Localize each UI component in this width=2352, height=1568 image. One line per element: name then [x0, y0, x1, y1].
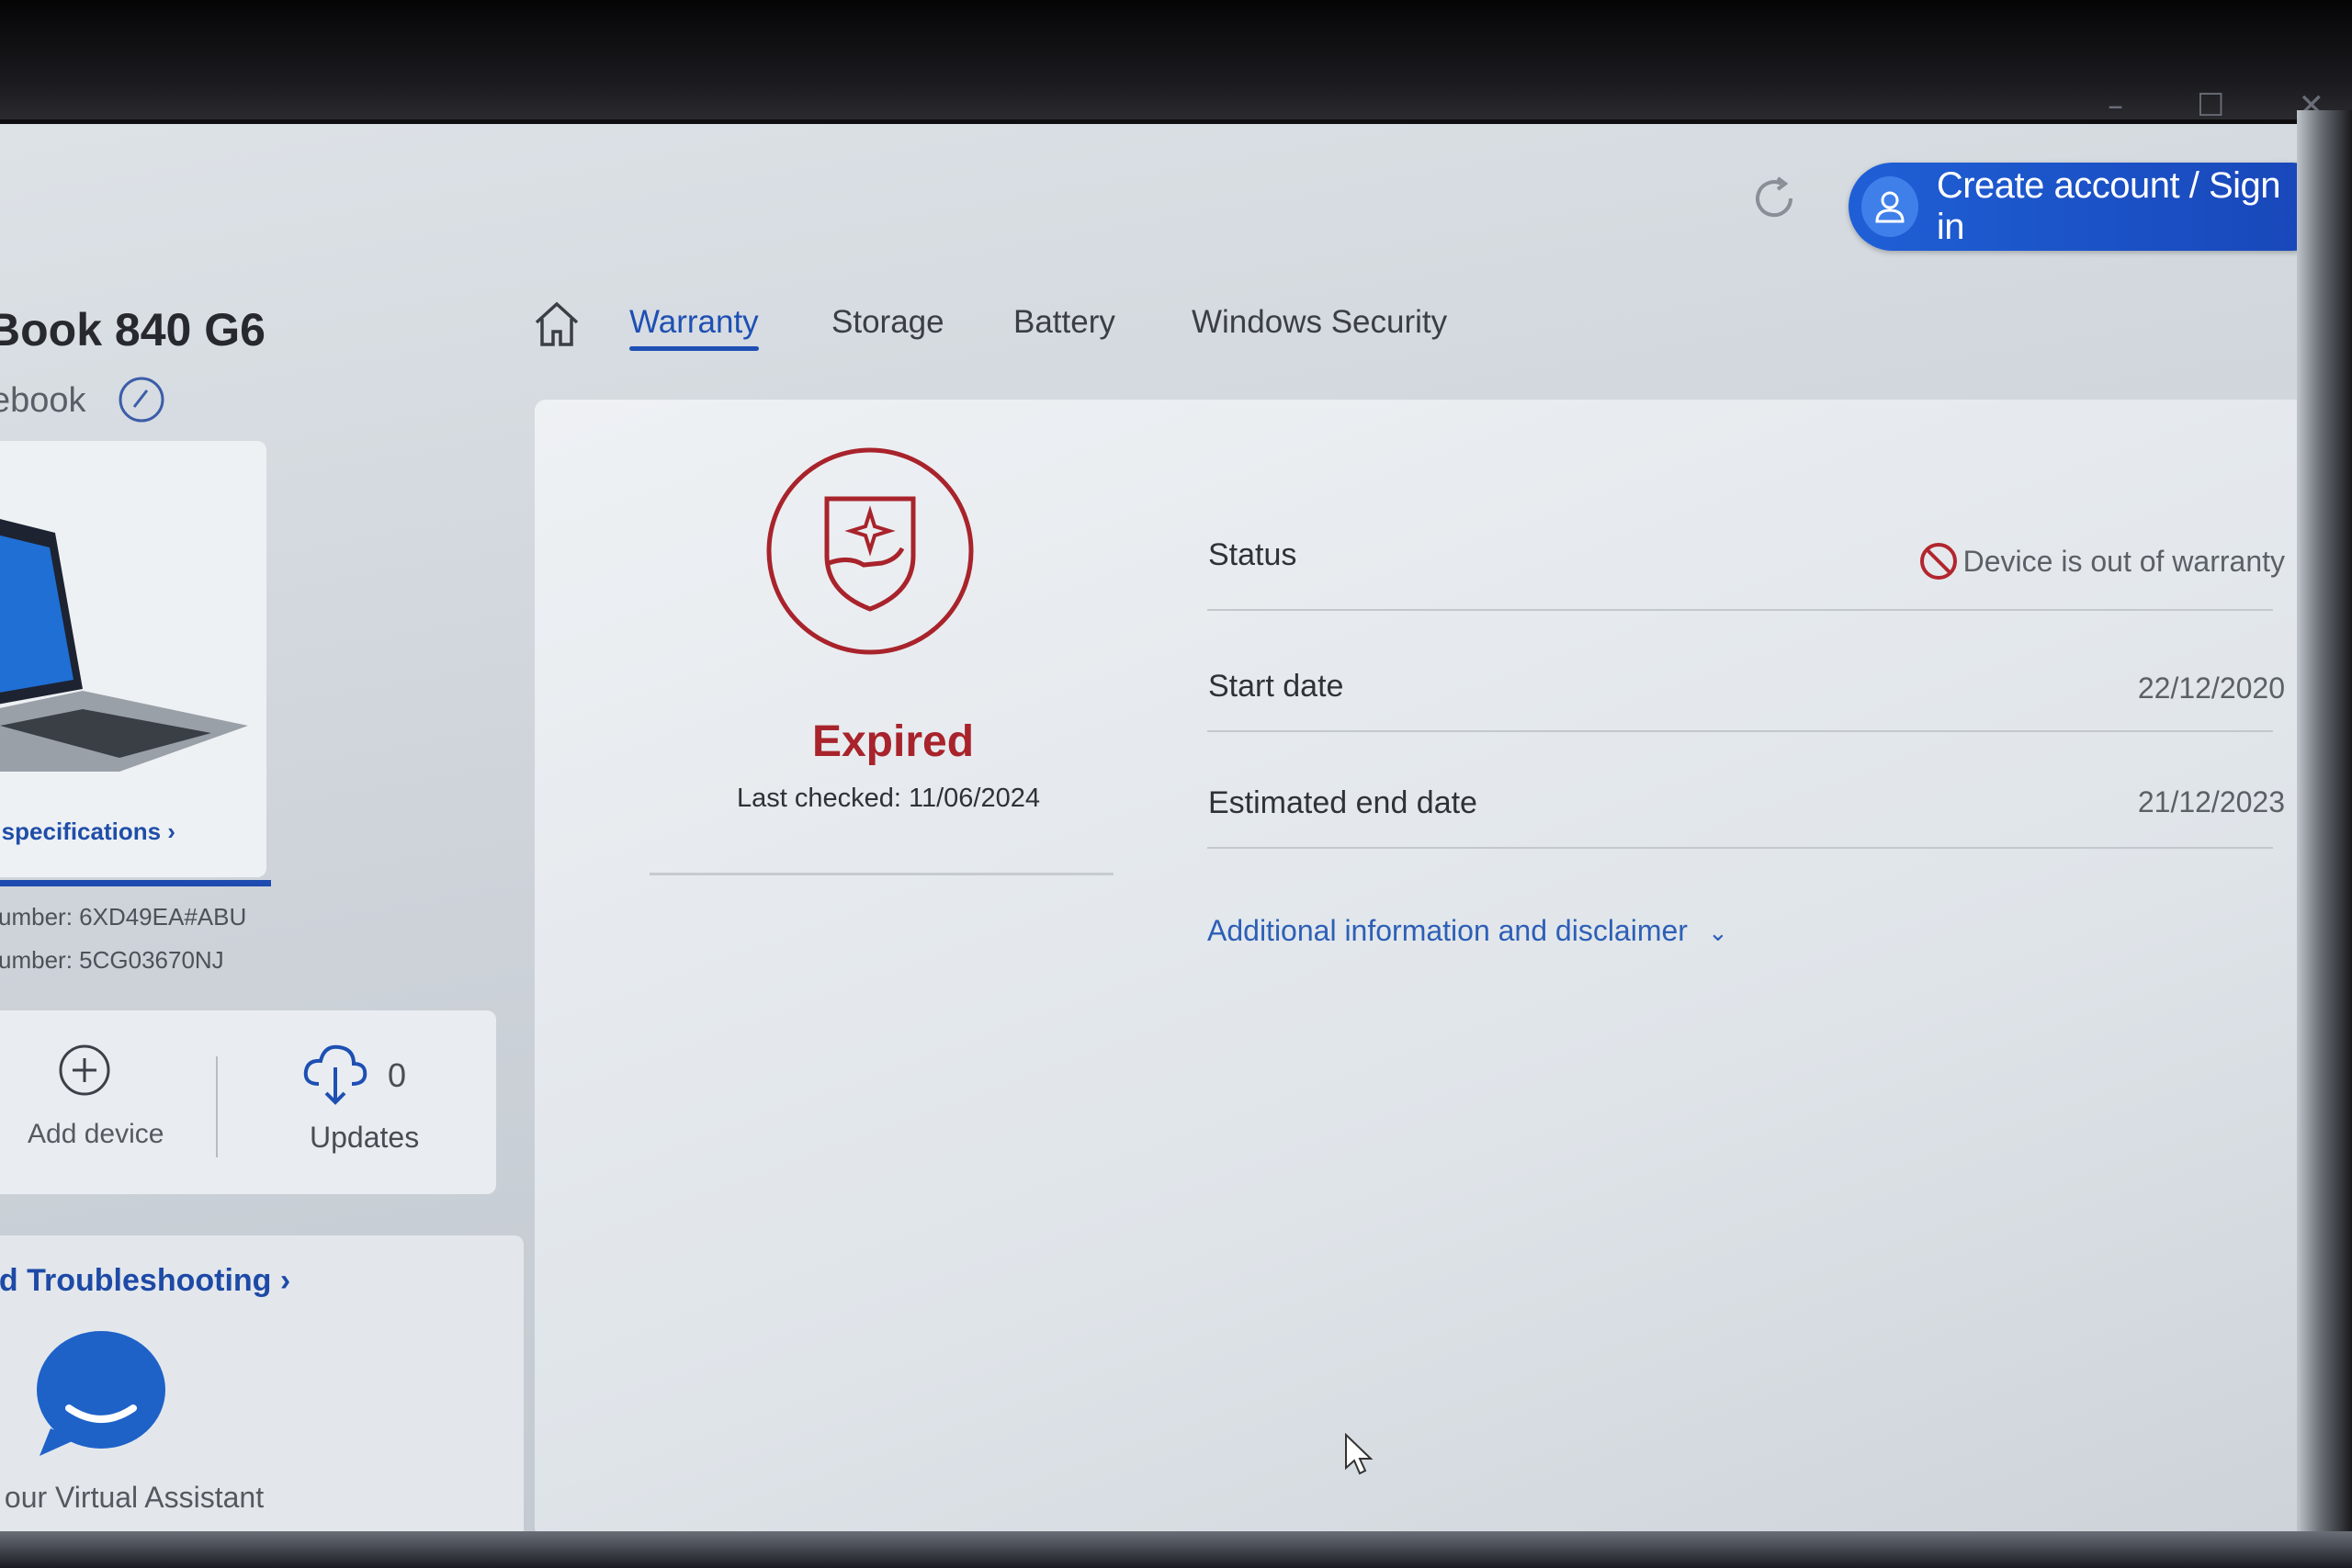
- additional-info-disclaimer-link[interactable]: Additional information and disclaimer ⌄: [1207, 914, 1728, 948]
- cloud-download-icon[interactable]: [299, 1036, 372, 1110]
- window-controls: – ☐ ✕: [2108, 87, 2324, 124]
- divider: [650, 873, 1114, 875]
- row-divider: [1207, 847, 2273, 849]
- sign-in-label: Create account / Sign in: [1936, 165, 2281, 247]
- serial-number: umber: 5CG03670NJ: [0, 946, 224, 974]
- app-window: Create account / Sign in ⌄ Book 840 G6 e…: [0, 124, 2324, 1539]
- prohibited-icon: [1919, 543, 1957, 580]
- chevron-down-icon: ⌄: [1707, 919, 1728, 946]
- start-date-label: Start date: [1208, 669, 1344, 704]
- help-card: ed Troubleshooting › k our Virtual Assis…: [0, 1235, 524, 1539]
- quick-actions-card: Add device 0 Updates: [0, 1010, 496, 1194]
- laptop-image: [0, 519, 248, 772]
- device-type: ebook: [0, 381, 86, 420]
- home-icon[interactable]: [531, 299, 582, 350]
- device-card[interactable]: e specifications ›: [0, 441, 271, 886]
- mouse-cursor-icon: [1345, 1433, 1374, 1475]
- monitor-bezel-bottom: [0, 1531, 2352, 1568]
- device-specifications-link[interactable]: e specifications ›: [0, 818, 175, 846]
- add-device-label[interactable]: Add device: [28, 1119, 164, 1150]
- end-date-label: Estimated end date: [1208, 785, 1477, 820]
- status-value: Device is out of warranty: [1919, 542, 2285, 581]
- warranty-panel: Expired Last checked: 11/06/2024 Status …: [535, 400, 2324, 1539]
- minimize-button[interactable]: –: [2108, 87, 2123, 124]
- warranty-state: Expired: [811, 717, 975, 766]
- last-checked: Last checked: 11/06/2024: [737, 784, 1040, 813]
- add-device-icon[interactable]: [57, 1043, 112, 1098]
- troubleshooting-link[interactable]: ed Troubleshooting ›: [0, 1263, 290, 1299]
- disclaimer-label: Additional information and disclaimer: [1207, 914, 1688, 947]
- active-indicator: [0, 880, 271, 886]
- end-date-value: 21/12/2023: [2137, 785, 2285, 818]
- updates-count: 0: [388, 1056, 407, 1094]
- tab-battery[interactable]: Battery: [1013, 304, 1115, 341]
- refresh-icon[interactable]: [1750, 175, 1798, 222]
- status-text: Device is out of warranty: [1962, 544, 2285, 578]
- app-header: Create account / Sign in ⌄: [0, 124, 2324, 253]
- updates-label[interactable]: Updates: [310, 1121, 419, 1155]
- monitor-bezel-top: [0, 0, 2352, 119]
- create-account-sign-in-button[interactable]: Create account / Sign in ⌄: [1849, 163, 2324, 251]
- tab-storage[interactable]: Storage: [831, 304, 944, 341]
- active-tab-indicator: [629, 346, 759, 351]
- monitor-bezel-right: [2297, 110, 2352, 1568]
- tab-windows-security[interactable]: Windows Security: [1192, 304, 1447, 341]
- start-date-value: 22/12/2020: [2137, 671, 2285, 705]
- virtual-assistant-icon[interactable]: [32, 1327, 170, 1465]
- warranty-shield-icon: [766, 447, 974, 655]
- edit-icon[interactable]: [118, 376, 165, 423]
- user-icon: [1861, 176, 1918, 237]
- status-label: Status: [1208, 537, 1297, 572]
- product-number: umber: 6XD49EA#ABU: [0, 903, 247, 931]
- maximize-button[interactable]: ☐: [2197, 87, 2224, 124]
- device-name: Book 840 G6: [0, 304, 266, 355]
- row-divider: [1207, 730, 2273, 732]
- virtual-assistant-label[interactable]: k our Virtual Assistant: [0, 1481, 264, 1515]
- tab-warranty[interactable]: Warranty: [629, 304, 759, 341]
- divider: [216, 1056, 218, 1157]
- row-divider: [1207, 609, 2273, 611]
